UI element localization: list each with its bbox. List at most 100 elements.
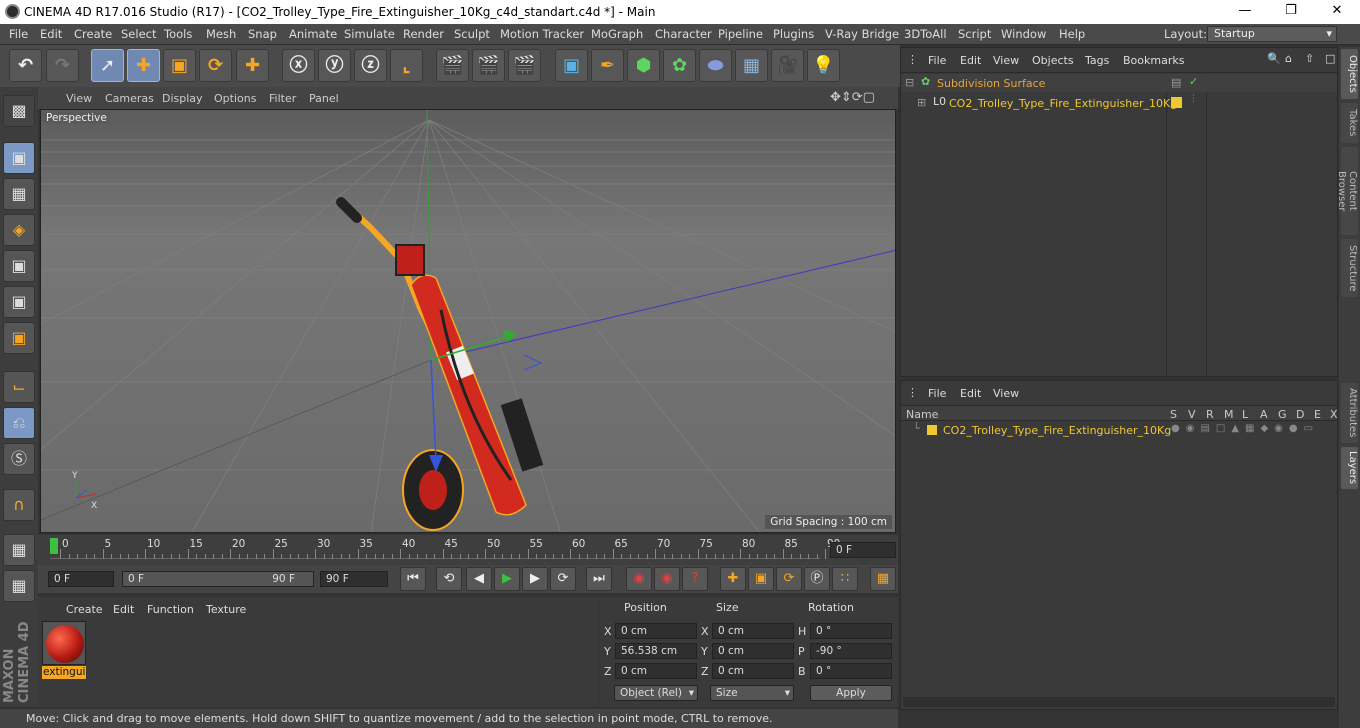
rotate-icon[interactable]: ⟳ [199,49,232,82]
menu-mesh[interactable]: Mesh [206,27,236,41]
layout-dropdown[interactable]: Startup ▾ [1207,26,1337,42]
tab-content-browser[interactable]: Content Browser [1336,147,1358,235]
object-row-subdivision[interactable]: ⊟ ✿ Subdivision Surface ▤ ✓ [901,74,1337,92]
record-active-objects-icon[interactable]: ◉ [626,567,652,591]
mat-menu-function[interactable]: Function [147,603,194,616]
rotation-p-field[interactable]: -90 ° [810,643,892,659]
apply-button[interactable]: Apply [810,685,892,701]
enabled-check-icon[interactable]: ✓ [1189,75,1198,88]
make-editable-icon[interactable]: ▩ [3,95,35,127]
locked-workplane-icon[interactable]: ▦ [3,534,35,566]
x-axis-lock-icon[interactable]: ⓧ [282,49,315,82]
layer-menu-view[interactable]: View [993,387,1019,400]
rotation-h-field[interactable]: 0 ° [810,623,892,639]
record-parameter-icon[interactable]: Ⓟ [804,567,830,591]
frame-range-slider[interactable]: 0 F 90 F [122,571,314,587]
autokeying-icon[interactable]: ◉ [654,567,680,591]
next-frame-icon[interactable]: ▶ [522,567,548,591]
tab-structure[interactable]: Structure [1341,239,1358,297]
menu-character[interactable]: Character [655,27,712,41]
cloner-icon[interactable]: ✿ [663,49,696,82]
expand-icon[interactable]: ⊞ [917,96,926,109]
menu-snap[interactable]: Snap [248,27,277,41]
coordinate-mode-dropdown[interactable]: Object (Rel) ▾ [614,685,698,701]
menu-vray-bridge[interactable]: V-Ray Bridge [825,27,899,41]
new-window-icon[interactable]: □ [1325,52,1335,65]
mat-menu-texture[interactable]: Texture [206,603,246,616]
record-position-icon[interactable]: ✚ [720,567,746,591]
menu-3dtoall[interactable]: 3DToAll [904,27,947,41]
size-mode-dropdown[interactable]: Size ▾ [710,685,794,701]
obj-menu-edit[interactable]: Edit [960,54,981,67]
record-rotation-icon[interactable]: ⟳ [776,567,802,591]
menu-simulate[interactable]: Simulate [344,27,395,41]
light-icon[interactable]: 💡 [807,49,840,82]
planar-workplane-icon[interactable]: ▦ [3,570,35,602]
material-swatch[interactable] [42,621,86,665]
record-scale-icon[interactable]: ▣ [748,567,774,591]
current-frame-field[interactable]: 0 F [830,542,896,558]
size-y-field[interactable]: 0 cm [712,643,794,659]
layer-row[interactable]: └ CO2_Trolley_Type_Fire_Extinguisher_10K… [901,422,1337,439]
obj-menu-bookmarks[interactable]: Bookmarks [1123,54,1184,67]
menu-tools[interactable]: Tools [164,27,192,41]
menu-animate[interactable]: Animate [289,27,337,41]
tab-layers[interactable]: Layers [1341,447,1358,489]
layer-color-swatch[interactable] [1171,97,1182,108]
maximize-button[interactable]: ❐ [1268,0,1314,24]
magnet-icon[interactable]: ∩ [3,489,35,521]
rotation-b-field[interactable]: 0 ° [810,663,892,679]
scale-icon[interactable]: ▣ [163,49,196,82]
obj-menu-view[interactable]: View [993,54,1019,67]
model-mode-icon[interactable]: ▣ [3,142,35,174]
workplane-icon[interactable]: ◈ [3,214,35,246]
position-z-field[interactable]: 0 cm [615,663,697,679]
menu-window[interactable]: Window [1001,27,1046,41]
cube-icon[interactable]: ▣ [555,49,588,82]
end-frame-field[interactable]: 90 F [320,571,388,587]
viewport-nav-icon[interactable]: ✥⇕⟳▢ [830,90,875,105]
render-picture-viewer-icon[interactable]: 🎬 [472,49,505,82]
coordinate-system-icon[interactable]: ⌞ [390,49,423,82]
menu-sculpt[interactable]: Sculpt [454,27,490,41]
select-cursor-icon[interactable]: ➚ [91,49,124,82]
polygons-mode-icon[interactable]: ▣ [3,322,35,354]
visibility-dots-icon[interactable]: ⋮ [1189,94,1198,104]
floor-icon[interactable]: ▦ [735,49,768,82]
playhead[interactable] [50,538,58,554]
search-icon[interactable]: 🔍 [1267,52,1281,65]
obj-menu-tags[interactable]: Tags [1085,54,1109,67]
start-frame-field[interactable]: 0 F [48,571,114,587]
transform-icon[interactable]: ✚ [236,49,269,82]
render-view-icon[interactable]: 🎬 [436,49,469,82]
previous-key-icon[interactable]: ⟲ [436,567,462,591]
menu-render[interactable]: Render [403,27,444,41]
undo-icon[interactable]: ↶ [9,49,42,82]
texture-mode-icon[interactable]: ▦ [3,178,35,210]
deformer-icon[interactable]: ⬬ [699,49,732,82]
mat-menu-edit[interactable]: Edit [113,603,134,616]
subdivision-icon[interactable]: ⬢ [627,49,660,82]
go-to-end-icon[interactable]: ⏭ [586,567,612,591]
menu-pipeline[interactable]: Pipeline [718,27,763,41]
layer-color-swatch[interactable] [927,425,937,435]
pen-icon[interactable]: ✒ [591,49,624,82]
render-settings-icon[interactable]: 🎬 [508,49,541,82]
size-z-field[interactable]: 0 cm [712,663,794,679]
vp-menu-panel[interactable]: Panel [309,92,339,105]
vp-menu-view[interactable]: View [66,92,92,105]
layer-name[interactable]: CO2_Trolley_Type_Fire_Extinguisher_10Kg [943,424,1171,437]
close-button[interactable]: ✕ [1314,0,1360,24]
snap-icon[interactable]: Ⓢ [3,443,35,475]
y-axis-lock-icon[interactable]: ⓨ [318,49,351,82]
menu-plugins[interactable]: Plugins [773,27,814,41]
z-axis-lock-icon[interactable]: ⓩ [354,49,387,82]
vp-menu-cameras[interactable]: Cameras [105,92,154,105]
camera-icon[interactable]: 🎥 [771,49,804,82]
menu-help[interactable]: Help [1059,27,1085,41]
tab-attributes[interactable]: Attributes [1341,383,1358,443]
minimize-button[interactable]: — [1222,0,1268,24]
timeline-window-icon[interactable]: ▦ [870,567,896,591]
tab-takes[interactable]: Takes [1341,103,1358,143]
menu-create[interactable]: Create [74,27,112,41]
